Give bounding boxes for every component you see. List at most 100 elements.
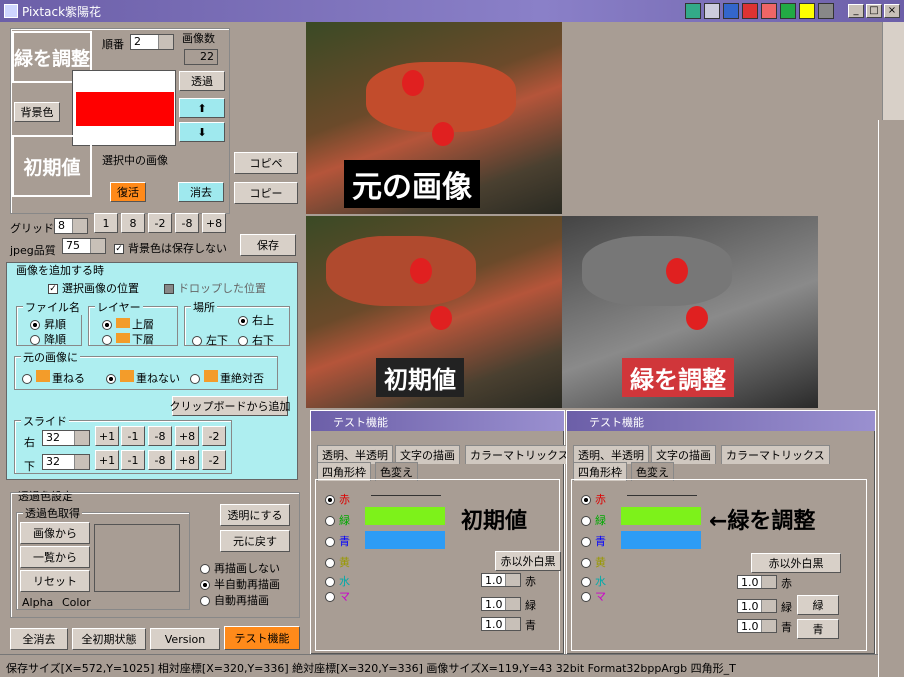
vertical-scrollbar[interactable] — [882, 22, 904, 126]
spin-r-2[interactable]: 1.0 — [737, 575, 777, 589]
minimize-button[interactable]: _ — [848, 4, 864, 18]
app-icon-8[interactable] — [818, 3, 834, 19]
from-image-button[interactable]: 画像から — [20, 522, 90, 544]
green-channel-button[interactable]: 緑 — [797, 595, 839, 615]
filename-title: ファイル名 — [23, 299, 82, 315]
grid-btn-minus8[interactable]: -8 — [175, 213, 199, 233]
slide-r-minus2[interactable]: -2 — [202, 426, 226, 446]
reset-button[interactable]: リセット — [20, 570, 90, 592]
make-transparent-button[interactable]: 透明にする — [220, 504, 290, 526]
layer-down-radio[interactable]: 下層 — [102, 331, 154, 347]
orig-overlap-radio[interactable]: 重ねる — [22, 370, 85, 386]
channel-list-2[interactable]: 赤 緑 青 黄 水 マ — [581, 489, 606, 607]
bg-no-save-checkbox[interactable]: ✓ 背景色は保存しない — [114, 240, 227, 256]
tab-clear-all[interactable]: 全消去 — [10, 628, 68, 650]
place-ll-radio[interactable]: 左下 — [192, 332, 228, 348]
app-icon-6[interactable] — [780, 3, 796, 19]
color-label: Color — [62, 596, 91, 609]
initial-label-box: 初期値 — [12, 135, 92, 197]
delete-button[interactable]: 消去 — [178, 182, 224, 202]
annotation-green: ←緑を調整 — [709, 509, 816, 534]
lbl-b-1: 青 — [525, 619, 536, 632]
except-red-button-1[interactable]: 赤以外白黒 — [495, 551, 561, 571]
app-icon-7[interactable] — [799, 3, 815, 19]
place-lr-radio[interactable]: 右下 — [238, 332, 274, 348]
redraw-semi-radio[interactable]: 半自動再描画 — [200, 576, 280, 592]
layer-down-button[interactable]: ⬇ — [179, 122, 225, 142]
tab-version[interactable]: Version — [150, 628, 220, 650]
redraw-none-radio[interactable]: 再描画しない — [200, 560, 280, 576]
copy-paste-button[interactable]: コピペ — [234, 152, 298, 174]
maximize-button[interactable]: □ — [866, 4, 882, 18]
drop-pos-checkbox[interactable]: ドロップした位置 — [164, 280, 266, 296]
layer-up-radio[interactable]: 上層 — [102, 316, 154, 332]
copy-button[interactable]: コピー — [234, 182, 298, 204]
spin-g-2[interactable]: 1.0 — [737, 599, 777, 613]
layer-title: レイヤー — [95, 299, 143, 315]
slide-down-spinner[interactable]: 32 — [42, 454, 90, 470]
grid-spinner[interactable]: 8 — [54, 218, 88, 234]
redraw-auto-radio[interactable]: 自動再描画 — [200, 592, 269, 608]
caption-initial: 初期値 — [376, 358, 464, 397]
blue-slider-2[interactable] — [621, 531, 701, 549]
jpeg-spinner[interactable]: 75 — [62, 238, 106, 254]
filename-desc-radio[interactable]: 降順 — [30, 331, 66, 347]
filename-asc-radio[interactable]: 昇順 — [30, 316, 66, 332]
slide-d-minus1[interactable]: -1 — [121, 450, 145, 470]
test-title: テスト機能 — [333, 416, 388, 429]
green-slider-2[interactable] — [621, 507, 701, 525]
clipboard-add-button[interactable]: クリップボードから追加 — [170, 396, 291, 416]
app-icon-3[interactable] — [723, 3, 739, 19]
bg-color-button[interactable]: 背景色 — [14, 102, 60, 122]
blue-channel-button[interactable]: 青 — [797, 619, 839, 639]
slide-right-spinner[interactable]: 32 — [42, 430, 90, 446]
slide-r-plus1[interactable]: +1 — [95, 426, 119, 446]
layer-up-button[interactable]: ⬆ — [179, 98, 225, 118]
revert-button[interactable]: 元に戻す — [220, 530, 290, 552]
tab-reset-all[interactable]: 全初期状態 — [72, 628, 146, 650]
spin-r-1[interactable]: 1.0 — [481, 573, 521, 587]
slide-d-plus1[interactable]: +1 — [95, 450, 119, 470]
slide-r-plus8[interactable]: +8 — [175, 426, 199, 446]
place-ur-radio[interactable]: 右上 — [238, 312, 274, 328]
spin-b-1[interactable]: 1.0 — [481, 617, 521, 631]
blue-slider[interactable] — [365, 531, 445, 549]
slide-r-minus8[interactable]: -8 — [148, 426, 172, 446]
app-icon-5[interactable] — [761, 3, 777, 19]
grid-btn-1[interactable]: 1 — [94, 213, 118, 233]
slide-d-minus8[interactable]: -8 — [148, 450, 172, 470]
tab-color-matrix-2[interactable]: カラーマトリックス — [721, 445, 830, 464]
orig-abs-radio[interactable]: 重絶対否 — [190, 370, 264, 386]
app-icon-4[interactable] — [742, 3, 758, 19]
slide-down-label: 下 — [24, 460, 35, 473]
add-image-title: 画像を追加する時 — [16, 264, 104, 277]
except-red-button-2[interactable]: 赤以外白黒 — [751, 553, 841, 573]
green-slider[interactable] — [365, 507, 445, 525]
order-spinner[interactable]: 2 — [130, 34, 174, 50]
slide-right-label: 右 — [24, 436, 35, 449]
spin-b-2[interactable]: 1.0 — [737, 619, 777, 633]
grid-btn-minus2[interactable]: -2 — [148, 213, 172, 233]
app-icon-2[interactable] — [704, 3, 720, 19]
orig-title: 元の画像に — [21, 349, 80, 365]
spin-g-1[interactable]: 1.0 — [481, 597, 521, 611]
restore-button[interactable]: 復活 — [110, 182, 146, 202]
selected-image-label: 選択中の画像 — [102, 154, 168, 167]
color-swatch-box — [94, 524, 180, 592]
tab-color-matrix[interactable]: カラーマトリックス — [465, 445, 574, 464]
close-button[interactable]: × — [884, 4, 900, 18]
slide-d-plus8[interactable]: +8 — [175, 450, 199, 470]
slide-r-minus1[interactable]: -1 — [121, 426, 145, 446]
from-list-button[interactable]: 一覧から — [20, 546, 90, 568]
transparent-button[interactable]: 透過 — [179, 71, 225, 91]
slide-d-minus2[interactable]: -2 — [202, 450, 226, 470]
grid-btn-plus8[interactable]: +8 — [202, 213, 226, 233]
caption-green: 緑を調整 — [622, 358, 734, 397]
tab-test[interactable]: テスト機能 — [224, 626, 300, 650]
channel-list[interactable]: 赤 緑 青 黄 水 マ — [325, 489, 350, 607]
grid-btn-8[interactable]: 8 — [121, 213, 145, 233]
save-button[interactable]: 保存 — [240, 234, 296, 256]
orig-no-radio[interactable]: 重ねない — [106, 370, 180, 386]
app-icon-1[interactable] — [685, 3, 701, 19]
selected-pos-checkbox[interactable]: ✓ 選択画像の位置 — [48, 280, 139, 296]
